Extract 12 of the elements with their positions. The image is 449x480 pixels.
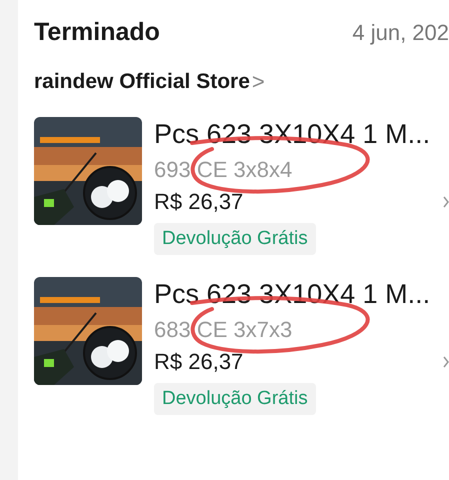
order-status: Terminado [34, 18, 160, 47]
chevron-icon[interactable] [443, 196, 449, 208]
chevron-icon[interactable] [443, 356, 449, 368]
order-date: 4 jun, 202 [352, 20, 449, 46]
free-return-badge: Devolução Grátis [154, 383, 316, 415]
product-price: R$ 26,37 [154, 189, 244, 215]
product-variant: 683 CE 3x7x3 [154, 317, 292, 343]
product-price: R$ 26,37 [154, 349, 244, 375]
free-return-badge: Devolução Grátis [154, 223, 316, 255]
store-name[interactable]: raindew Official Store [34, 70, 250, 94]
product-variant: 693 CE 3x8x4 [154, 157, 292, 183]
chevron[interactable]: > [252, 69, 265, 95]
